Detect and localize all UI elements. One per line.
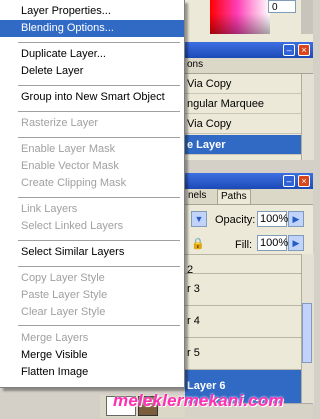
menu-item-enable-vector-mask[interactable]: Enable Vector Mask xyxy=(0,158,184,175)
opacity-input[interactable]: 100% xyxy=(257,211,288,227)
history-scrollbar[interactable] xyxy=(301,74,314,160)
fill-input[interactable]: 100% xyxy=(257,235,288,251)
menu-item-duplicate-layer[interactable]: Duplicate Layer... xyxy=(0,46,184,63)
fill-label: Fill: xyxy=(235,239,253,251)
opacity-dropdown-icon[interactable]: ▶ xyxy=(288,211,304,227)
menu-item-rasterize-layer[interactable]: Rasterize Layer xyxy=(0,115,184,132)
minimize-icon[interactable]: – xyxy=(283,44,295,56)
menu-separator xyxy=(18,266,180,267)
close-icon[interactable]: × xyxy=(298,175,310,187)
color-panel-scrollbar[interactable] xyxy=(301,0,313,34)
layer-row[interactable]: r 4 xyxy=(185,305,301,337)
history-tabs xyxy=(185,58,313,74)
menu-item-enable-layer-mask[interactable]: Enable Layer Mask xyxy=(0,141,184,158)
menu-item-group-smart-object[interactable]: Group into New Smart Object xyxy=(0,89,184,106)
menu-separator xyxy=(18,137,180,138)
layer-row[interactable]: r 5 xyxy=(185,337,301,369)
color-ramp[interactable] xyxy=(210,0,270,34)
menu-item-merge-layers[interactable]: Merge Layers xyxy=(0,330,184,347)
minimize-icon[interactable]: – xyxy=(283,175,295,187)
tab-actions[interactable]: ons xyxy=(187,59,203,70)
menu-item-copy-layer-style[interactable]: Copy Layer Style xyxy=(0,270,184,287)
history-state-active[interactable]: e Layer xyxy=(185,135,301,155)
layer-name: r 5 xyxy=(187,347,200,359)
menu-item-link-layers[interactable]: Link Layers xyxy=(0,201,184,218)
watermark-text: meleklermekani.com xyxy=(113,391,284,410)
menu-item-merge-visible[interactable]: Merge Visible xyxy=(0,347,184,364)
menu-item-flatten-image[interactable]: Flatten Image xyxy=(0,364,184,381)
layers-scrollbar-thumb[interactable] xyxy=(302,303,312,363)
menu-item-delete-layer[interactable]: Delete Layer xyxy=(0,63,184,80)
history-state[interactable]: Via Copy xyxy=(185,114,301,134)
menu-separator xyxy=(18,42,180,43)
menu-separator xyxy=(18,111,180,112)
menu-item-layer-properties[interactable]: Layer Properties... xyxy=(0,3,184,20)
layer-name: r 4 xyxy=(187,315,200,327)
layers-tabs: nels Paths xyxy=(185,189,313,205)
blend-mode-dropdown-icon[interactable]: ▼ xyxy=(191,211,207,227)
menu-item-select-similar-layers[interactable]: Select Similar Layers xyxy=(0,244,184,261)
history-panel-titlebar[interactable]: – × xyxy=(185,42,313,58)
history-panel: – × ons Via Copy ngular Marquee Via Copy… xyxy=(185,42,314,191)
layer-row[interactable]: r 3 xyxy=(185,273,301,305)
menu-separator xyxy=(18,85,180,86)
layer-name: r 3 xyxy=(187,283,200,295)
close-icon[interactable]: × xyxy=(298,44,310,56)
menu-item-paste-layer-style[interactable]: Paste Layer Style xyxy=(0,287,184,304)
color-value-field[interactable]: 0 xyxy=(268,0,296,13)
layers-panel-titlebar[interactable]: – × xyxy=(185,173,313,189)
layers-panel: – × nels Paths ▼ Opacity: 100% ▶ 🔒 Fill:… xyxy=(185,173,314,419)
tab-channels[interactable]: nels xyxy=(185,189,209,203)
menu-separator xyxy=(18,240,180,241)
menu-separator xyxy=(18,197,180,198)
menu-item-create-clipping-mask[interactable]: Create Clipping Mask xyxy=(0,175,184,192)
menu-item-clear-layer-style[interactable]: Clear Layer Style xyxy=(0,304,184,321)
workspace-background xyxy=(0,388,100,418)
fill-dropdown-icon[interactable]: ▶ xyxy=(288,235,304,251)
history-state[interactable]: Via Copy xyxy=(185,74,301,94)
menu-separator xyxy=(18,325,180,326)
lock-icon[interactable]: 🔒 xyxy=(191,237,205,250)
menu-item-blending-options[interactable]: Blending Options... xyxy=(0,20,184,37)
menu-item-select-linked-layers[interactable]: Select Linked Layers xyxy=(0,218,184,235)
opacity-label: Opacity: xyxy=(215,214,256,226)
tab-paths[interactable]: Paths xyxy=(217,189,251,204)
layer-context-menu: Layer Properties... Blending Options... … xyxy=(0,0,185,388)
history-state[interactable]: ngular Marquee xyxy=(185,94,301,114)
